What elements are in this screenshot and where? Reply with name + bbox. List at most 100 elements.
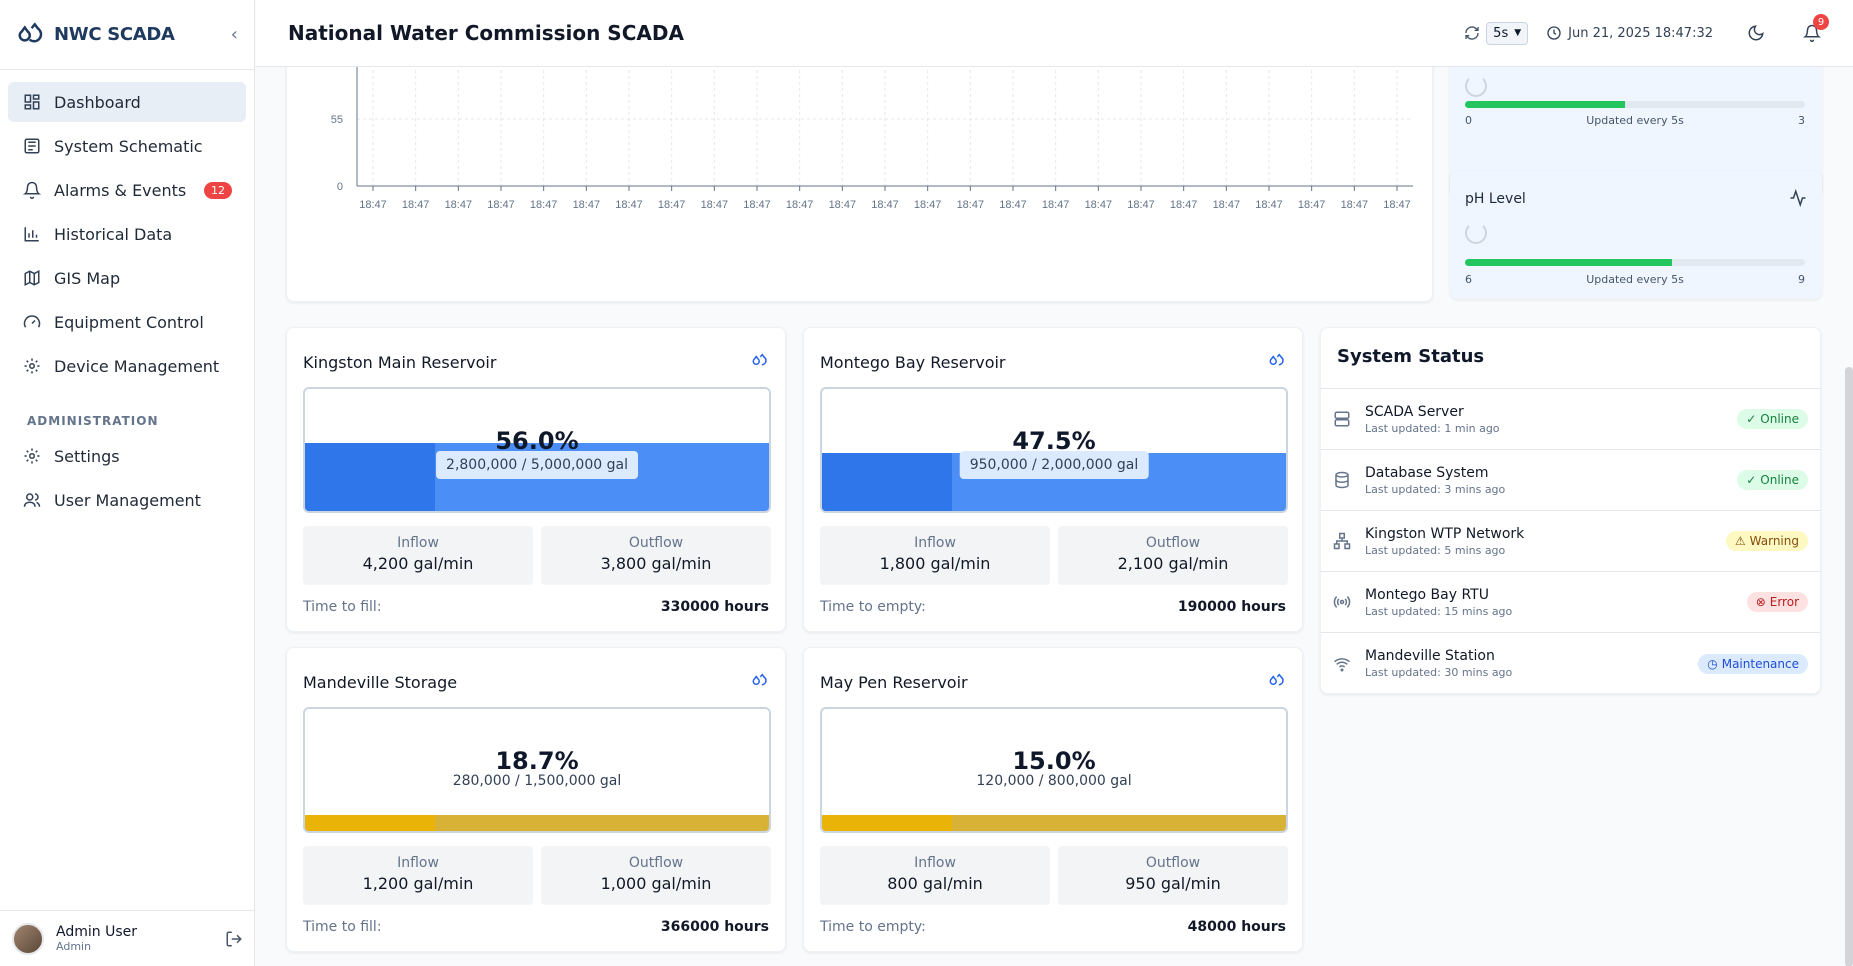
- metric-bar: [1465, 259, 1805, 266]
- nav-equipment-control[interactable]: Equipment Control: [8, 302, 246, 342]
- x-tick-label: 18:47: [701, 199, 729, 211]
- inflow-box: Inflow 1,200 gal/min: [303, 846, 533, 905]
- inflow-label: Inflow: [914, 855, 956, 871]
- chevron-down-icon: ▼: [1514, 28, 1522, 38]
- inflow-label: Inflow: [397, 855, 439, 871]
- status-row: SCADA Server Last updated: 1 min ago ✓ Onl…: [1321, 389, 1820, 450]
- dashboard-content: 18:47 18:47 18:47 18:47 18:47 18:47 18:47 18:47…: [256, 57, 1853, 966]
- water-drops-icon: [1268, 352, 1286, 370]
- nav-user-management[interactable]: User Management: [8, 480, 246, 520]
- ph-level-card: pH Level 6 Updated every 5s 9: [1450, 171, 1822, 299]
- outflow-label: Outflow: [628, 535, 684, 551]
- reservoir-water-level: [822, 815, 1286, 831]
- x-tick-label: 18:47: [914, 199, 942, 211]
- refresh-interval-select[interactable]: 5s ▼: [1486, 21, 1529, 45]
- users-icon: [22, 490, 42, 510]
- x-tick-label: 18:47: [1383, 199, 1411, 211]
- reservoir-card: Mandeville Storage 18.7% 280,000 / 1,500,…: [286, 647, 786, 952]
- inflow-value: 800 gal/min: [887, 874, 983, 893]
- dashboard-icon: [22, 92, 42, 112]
- inflow-box: Inflow 800 gal/min: [820, 846, 1050, 905]
- map-icon: [22, 268, 42, 288]
- scrollbar[interactable]: [1845, 367, 1853, 966]
- metric-note: Updated every 5s: [1586, 114, 1684, 127]
- system-status-card: System Status SCADA Server Last updated: …: [1320, 327, 1821, 694]
- nav-label: Dashboard: [54, 92, 141, 112]
- x-tick-label: 18:47: [1085, 199, 1113, 211]
- datetime: Jun 21, 2025 18:47:32: [1546, 25, 1713, 41]
- metric-title: pH Level: [1465, 191, 1526, 207]
- inflow-value: 1,200 gal/min: [362, 874, 474, 893]
- outflow-value: 3,800 gal/min: [600, 554, 712, 573]
- schematic-icon: [22, 136, 42, 156]
- x-circle-icon: ⊗: [1755, 595, 1766, 609]
- nav-label: Settings: [54, 446, 120, 466]
- time-value: 190000 hours: [1177, 599, 1286, 615]
- metric-max: 3: [1798, 114, 1805, 127]
- x-tick-label: 18:47: [530, 199, 558, 211]
- nav-historical-data[interactable]: Historical Data: [8, 214, 246, 254]
- inflow-label: Inflow: [397, 535, 439, 551]
- time-value: 366000 hours: [660, 919, 769, 935]
- status-updated: Last updated: 30 mins ago: [1365, 666, 1513, 679]
- inflow-value: 1,800 gal/min: [879, 554, 991, 573]
- nav-label: Historical Data: [54, 224, 173, 244]
- top-bar: National Water Commission SCADA 5s ▼ Jun…: [256, 0, 1853, 67]
- reservoir-volume: 280,000 / 1,500,000 gal: [452, 773, 622, 789]
- nav-label: User Management: [54, 490, 201, 510]
- outflow-box: Outflow 1,000 gal/min: [541, 846, 771, 905]
- server-icon: [1333, 410, 1353, 428]
- brand-name: NWC SCADA: [54, 24, 175, 45]
- nav-system-schematic[interactable]: System Schematic: [8, 126, 246, 166]
- reservoir-name: Kingston Main Reservoir: [303, 353, 497, 372]
- x-tick-label: 18:47: [658, 199, 686, 211]
- status-badge: ◷ Maintenance: [1698, 653, 1808, 674]
- time-value: 48000 hours: [1187, 919, 1286, 935]
- bell-icon: [22, 180, 42, 200]
- reservoir-tank: 15.0% 120,000 / 800,000 gal: [820, 707, 1288, 833]
- x-tick-label: 18:47: [1255, 199, 1283, 211]
- datetime-text: Jun 21, 2025 18:47:32: [1568, 25, 1713, 41]
- inflow-box: Inflow 1,800 gal/min: [820, 526, 1050, 585]
- x-tick-label: 18:47: [743, 199, 771, 211]
- x-tick-label: 18:47: [829, 199, 857, 211]
- user-name: Admin User: [56, 924, 137, 940]
- y-tick-label: 55: [331, 114, 343, 126]
- x-tick-label: 18:47: [1042, 199, 1070, 211]
- admin-section-title: ADMINISTRATION: [27, 414, 159, 428]
- nav-settings[interactable]: Settings: [8, 436, 246, 476]
- logout-icon[interactable]: [225, 930, 243, 948]
- nav-device-management[interactable]: Device Management: [8, 346, 246, 386]
- x-tick-label: 18:47: [1127, 199, 1155, 211]
- notifications-button[interactable]: 9: [1803, 14, 1829, 42]
- metric-min: 0: [1465, 114, 1472, 127]
- reservoir-tank: 47.5% 950,000 / 2,000,000 gal: [820, 387, 1288, 513]
- check-icon: ✓: [1746, 473, 1757, 487]
- x-tick-label: 18:47: [445, 199, 473, 211]
- x-tick-label: 18:47: [871, 199, 899, 211]
- nav-dashboard[interactable]: Dashboard: [8, 82, 246, 122]
- status-row: Mandeville Station Last updated: 30 mins …: [1321, 633, 1820, 694]
- outflow-box: Outflow 3,800 gal/min: [541, 526, 771, 585]
- collapse-sidebar-icon[interactable]: ‹: [231, 24, 238, 45]
- nav-gis-map[interactable]: GIS Map: [8, 258, 246, 298]
- x-tick-label: 18:47: [402, 199, 430, 211]
- reservoir-tank: 56.0% 2,800,000 / 5,000,000 gal: [303, 387, 771, 513]
- metric-bar-labels: 6 Updated every 5s 9: [1465, 273, 1805, 286]
- activity-icon: [1789, 189, 1807, 207]
- check-icon: ✓: [1746, 412, 1757, 426]
- x-tick-label: 18:47: [359, 199, 387, 211]
- status-row: Montego Bay RTU Last updated: 15 mins ago…: [1321, 572, 1820, 633]
- nav-alarms-events[interactable]: Alarms & Events 12: [8, 170, 246, 210]
- moon-icon[interactable]: [1747, 24, 1765, 42]
- reservoir-tank: 18.7% 280,000 / 1,500,000 gal: [303, 707, 771, 833]
- status-name: SCADA Server: [1365, 403, 1464, 420]
- system-status-title: System Status: [1321, 328, 1820, 389]
- avatar[interactable]: [12, 922, 44, 955]
- database-icon: [1333, 471, 1353, 489]
- nav-label: Equipment Control: [54, 312, 204, 332]
- refresh-icon[interactable]: [1464, 25, 1480, 41]
- reservoir-card: Kingston Main Reservoir 56.0% 2,800,000 /…: [286, 327, 786, 632]
- y-tick-label: 0: [337, 181, 343, 193]
- settings-icon: [22, 446, 42, 466]
